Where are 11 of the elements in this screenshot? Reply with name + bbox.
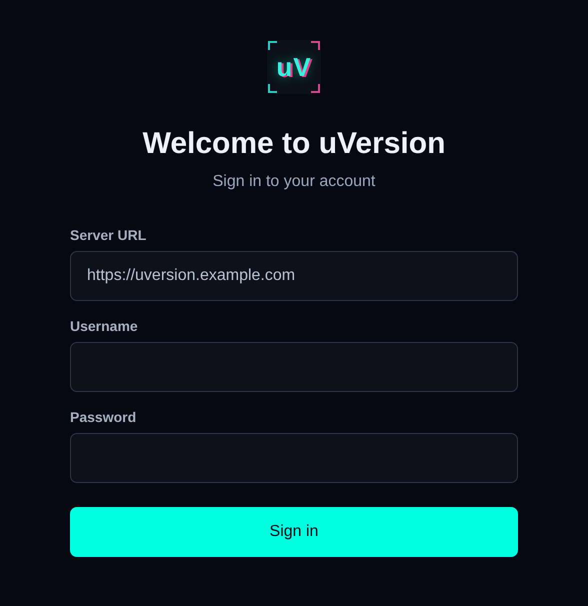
sign-in-button[interactable]: Sign in [70,507,518,557]
input-field[interactable] [70,433,518,483]
field-label: Password [70,408,138,426]
logo-text: uV [276,52,312,82]
page-title: Welcome to uVersion [142,126,446,162]
logo-frame-icon [267,40,321,94]
input-field[interactable] [70,342,518,392]
page-subtitle: Sign in to your account [212,172,376,192]
field-label: Server URL [70,226,148,244]
input-field[interactable]: https://uversion.example.com [70,251,518,301]
field-label: Username [70,317,139,335]
